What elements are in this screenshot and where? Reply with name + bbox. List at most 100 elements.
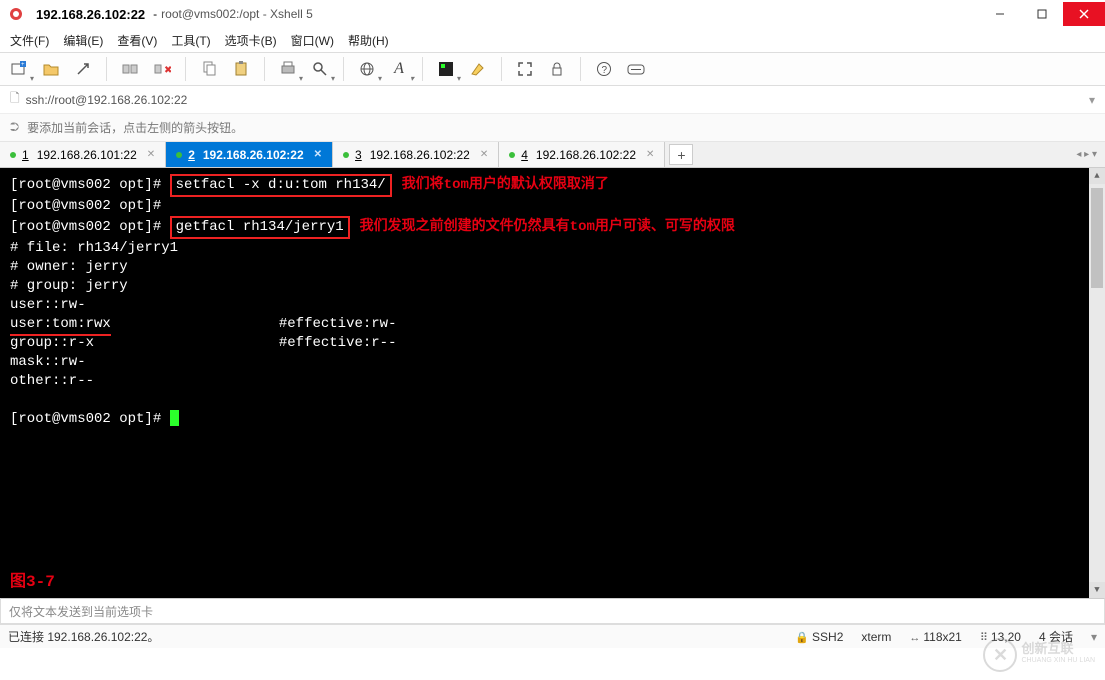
tab-status-dot	[343, 152, 349, 158]
help-icon[interactable]: ?	[591, 56, 617, 82]
session-tab-4[interactable]: 4 192.168.26.102:22 ✕	[499, 142, 665, 167]
menu-file[interactable]: 文件(F)	[10, 32, 49, 49]
compose-bar-icon[interactable]	[623, 56, 649, 82]
menu-bar: 文件(F) 编辑(E) 查看(V) 工具(T) 选项卡(B) 窗口(W) 帮助(…	[0, 28, 1105, 52]
terminal-scrollbar[interactable]: ▲ ▼	[1089, 168, 1105, 598]
font-icon[interactable]: A▾	[386, 56, 412, 82]
tab-status-dot	[10, 152, 16, 158]
status-connection: 已连接 192.168.26.102:22。	[8, 628, 159, 645]
tab-scroll-controls[interactable]: ◂ ▸ ▾	[1076, 142, 1105, 167]
line-other: other::r--	[10, 373, 94, 389]
prompt: [root@vms002 opt]#	[10, 411, 161, 427]
annotation-2: 我们发现之前创建的文件仍然具有tom用户可读、可写的权限	[360, 219, 735, 235]
new-session-icon[interactable]: +▾	[6, 56, 32, 82]
scroll-thumb[interactable]	[1091, 188, 1103, 288]
address-dropdown-icon[interactable]: ▾	[1089, 93, 1095, 107]
tab-bar: 1 192.168.26.101:22 ✕ 2 192.168.26.102:2…	[0, 142, 1105, 168]
address-url[interactable]: ssh://root@192.168.26.102:22	[26, 93, 1083, 107]
menu-tools[interactable]: 工具(T)	[171, 32, 210, 49]
window-controls	[979, 2, 1105, 26]
line-file: # file: rh134/jerry1	[10, 240, 178, 256]
figure-label: 图3-7	[10, 573, 55, 592]
menu-edit[interactable]: 编辑(E)	[63, 32, 103, 49]
tab-label: 192.168.26.102:22	[370, 148, 470, 162]
open-session-icon[interactable]	[38, 56, 64, 82]
copy-icon[interactable]	[196, 56, 222, 82]
tab-number: 2	[188, 148, 195, 162]
highlight-icon[interactable]	[465, 56, 491, 82]
globe-icon[interactable]: ▾	[354, 56, 380, 82]
tab-number: 4	[521, 148, 528, 162]
session-tab-2[interactable]: 2 192.168.26.102:22 ✕	[166, 142, 333, 167]
line-mask: mask::rw-	[10, 354, 86, 370]
line-effective-2: #effective:r--	[279, 335, 397, 351]
address-bar: 🗋 ssh://root@192.168.26.102:22 ▾	[0, 86, 1105, 114]
status-bar: 已连接 192.168.26.102:22。 🔒SSH2 xterm ↔118x…	[0, 624, 1105, 648]
toolbar: +▾ ✖ ▾ ▾ ▾ A▾ ▾ ?	[0, 52, 1105, 86]
compose-bar[interactable]: 仅将文本发送到当前选项卡	[0, 598, 1105, 624]
watermark-brand-pinyin: CHUANG XIN HU LIAN	[1021, 655, 1095, 667]
svg-text:?: ?	[602, 65, 608, 76]
tab-add-button[interactable]: +	[669, 144, 693, 165]
menu-window[interactable]: 窗口(W)	[291, 32, 334, 49]
print-icon[interactable]: ▾	[275, 56, 301, 82]
terminal-output: [root@vms002 opt]# setfacl -x d:u:tom rh…	[0, 168, 1105, 435]
title-bar: 192.168.26.102:22 - root@vms002:/opt - X…	[0, 0, 1105, 28]
session-tab-1[interactable]: 1 192.168.26.101:22 ✕	[0, 142, 166, 167]
reconnect-icon[interactable]	[117, 56, 143, 82]
prompt: [root@vms002 opt]#	[10, 219, 161, 235]
line-user-tom: user:tom:rwx	[10, 315, 111, 334]
search-icon[interactable]: ▾	[307, 56, 333, 82]
status-pos: ⠿13,20	[980, 630, 1021, 644]
scroll-down-icon[interactable]: ▼	[1089, 582, 1105, 598]
address-lock-icon: 🗋	[10, 89, 20, 110]
status-dropdown-icon[interactable]: ▾	[1091, 630, 1097, 644]
tab-label: 192.168.26.102:22	[203, 148, 304, 162]
tab-label: 192.168.26.102:22	[536, 148, 636, 162]
compose-placeholder: 仅将文本发送到当前选项卡	[9, 603, 153, 620]
paste-icon[interactable]	[228, 56, 254, 82]
line-group-rx: group::r-x	[10, 335, 94, 351]
status-term: xterm	[861, 630, 891, 644]
svg-text:✖: ✖	[164, 65, 171, 76]
status-size: ↔118x21	[909, 630, 961, 644]
tab-close-icon[interactable]: ✕	[147, 149, 155, 160]
tab-number: 1	[22, 148, 29, 162]
menu-view[interactable]: 查看(V)	[117, 32, 157, 49]
quick-connect-icon[interactable]	[70, 56, 96, 82]
line-owner: # owner: jerry	[10, 259, 128, 275]
terminal[interactable]: [root@vms002 opt]# setfacl -x d:u:tom rh…	[0, 168, 1105, 598]
minimize-button[interactable]	[979, 2, 1021, 26]
close-button[interactable]	[1063, 2, 1105, 26]
prompt: [root@vms002 opt]#	[10, 177, 161, 193]
tab-close-icon[interactable]: ✕	[314, 149, 322, 160]
line-effective-1: #effective:rw-	[279, 316, 397, 332]
menu-help[interactable]: 帮助(H)	[348, 32, 389, 49]
tab-number: 3	[355, 148, 362, 162]
fullscreen-icon[interactable]	[512, 56, 538, 82]
tab-label: 192.168.26.101:22	[37, 148, 137, 162]
status-sessions: 4 会话	[1039, 628, 1073, 645]
command-1: setfacl -x d:u:tom rh134/	[170, 174, 392, 197]
tab-status-dot	[509, 152, 515, 158]
lock-icon[interactable]	[544, 56, 570, 82]
status-ssh: 🔒SSH2	[795, 630, 843, 644]
tab-status-dot	[176, 152, 182, 158]
tip-bar: ⮊ 要添加当前会话，点击左侧的箭头按钮。	[0, 114, 1105, 142]
disconnect-icon[interactable]: ✖	[149, 56, 175, 82]
tab-close-icon[interactable]: ✕	[480, 149, 488, 160]
line-user-rw: user::rw-	[10, 297, 86, 313]
svg-text:+: +	[21, 62, 25, 68]
menu-tab[interactable]: 选项卡(B)	[225, 32, 277, 49]
annotation-1: 我们将tom用户的默认权限取消了	[402, 177, 609, 193]
tip-text: 要添加当前会话，点击左侧的箭头按钮。	[27, 119, 243, 136]
session-tab-3[interactable]: 3 192.168.26.102:22 ✕	[333, 142, 499, 167]
title-suffix: root@vms002:/opt - Xshell 5	[161, 7, 313, 21]
maximize-button[interactable]	[1021, 2, 1063, 26]
scroll-up-icon[interactable]: ▲	[1089, 168, 1105, 184]
tip-arrow-icon[interactable]: ⮊	[10, 120, 19, 135]
color-scheme-icon[interactable]: ▾	[433, 56, 459, 82]
title-ip: 192.168.26.102:22	[36, 7, 145, 22]
size-icon: ↔	[909, 632, 920, 644]
tab-close-icon[interactable]: ✕	[646, 149, 654, 160]
